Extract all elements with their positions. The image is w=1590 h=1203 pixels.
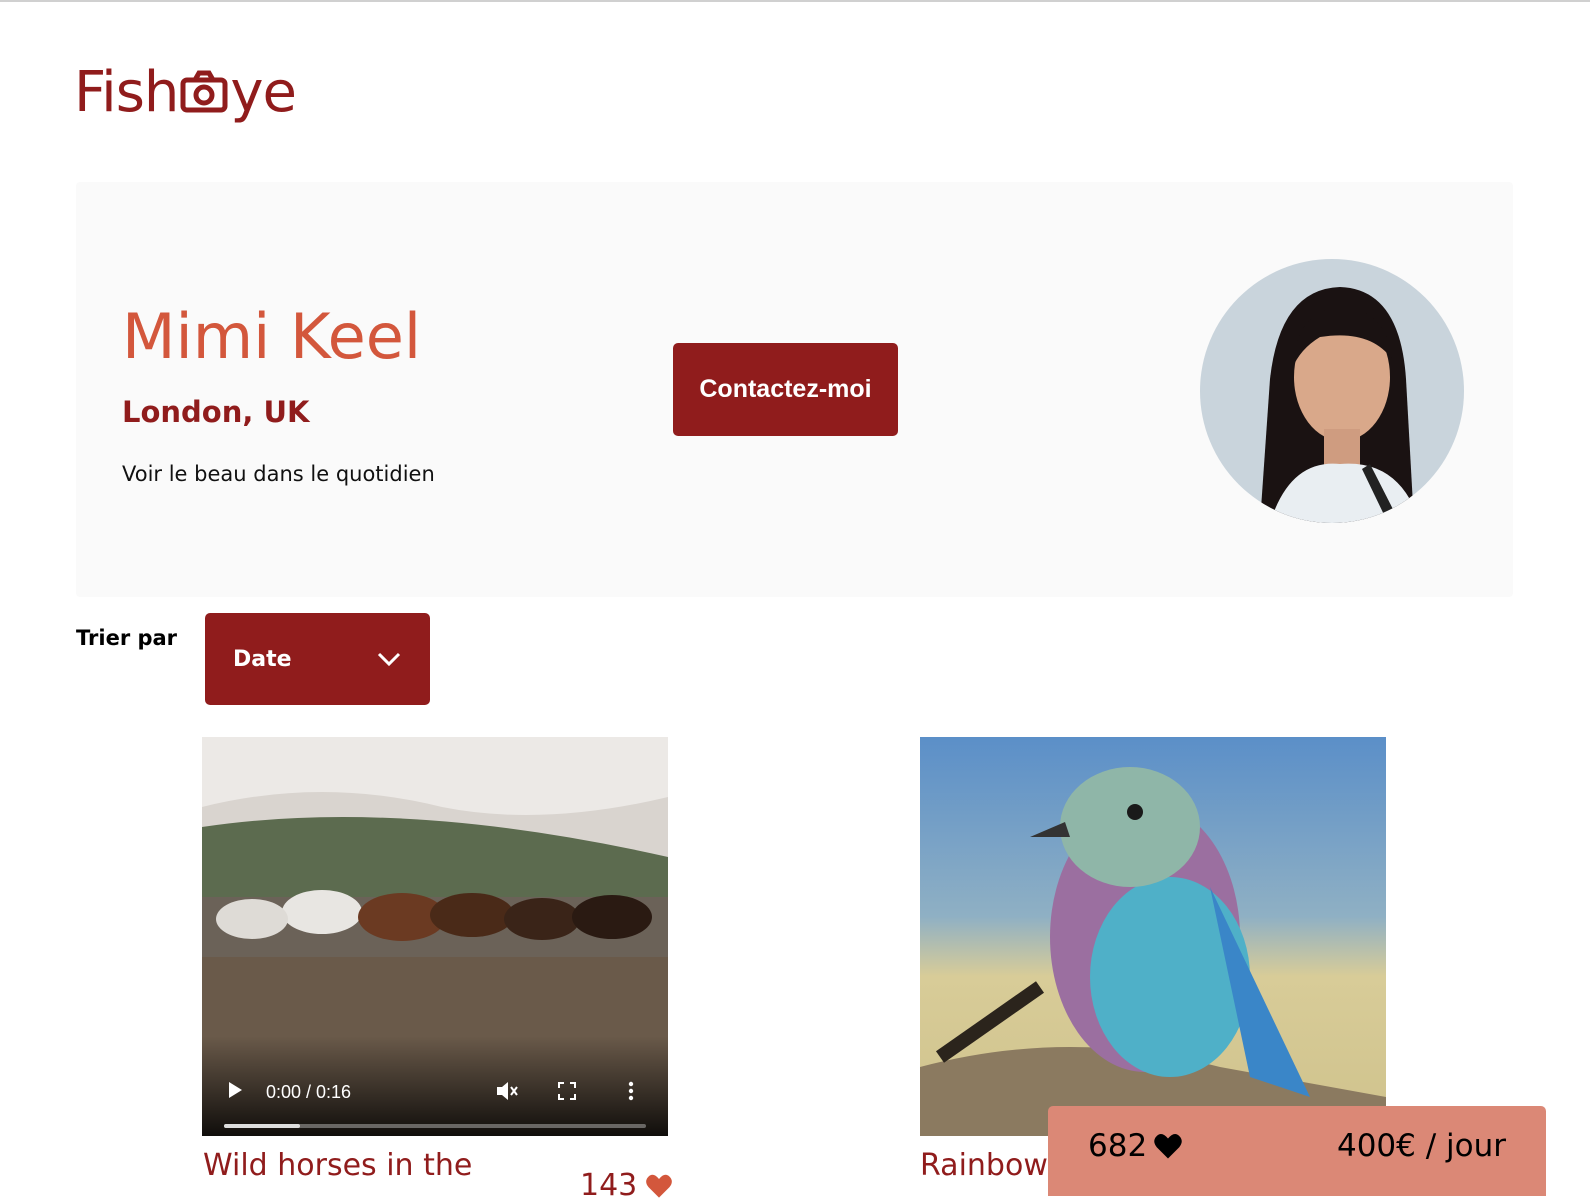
media-likes: 143 — [580, 1168, 673, 1203]
fisheye-logo[interactable]: Fish ye — [74, 52, 297, 132]
video-progress-fill — [224, 1124, 300, 1128]
daily-price: 400€ / jour — [1336, 1128, 1506, 1164]
fullscreen-icon[interactable] — [558, 1082, 576, 1100]
contact-button[interactable]: Contactez-moi — [673, 343, 898, 436]
media-card-video[interactable]: 0:00 / 0:16 — [202, 737, 668, 1136]
photographer-avatar — [1200, 259, 1464, 523]
mute-icon[interactable] — [495, 1080, 519, 1102]
likes-price-summary: 682 400€ / jour — [1048, 1106, 1546, 1196]
sort-selected-value: Date — [233, 646, 292, 672]
bird-photo — [920, 737, 1386, 1136]
media-title: Wild horses in the — [203, 1148, 473, 1183]
chevron-down-icon — [377, 652, 401, 667]
total-likes-count: 682 — [1088, 1128, 1148, 1164]
logo-text-suffix: ye — [230, 59, 297, 125]
photographer-tagline: Voir le beau dans le quotidien — [122, 462, 435, 486]
media-card-image[interactable] — [920, 737, 1386, 1136]
top-border — [0, 0, 1590, 2]
heart-icon — [1154, 1134, 1182, 1159]
video-time: 0:00 / 0:16 — [266, 1082, 352, 1102]
heart-icon[interactable] — [645, 1173, 673, 1199]
photographer-name: Mimi Keel — [122, 300, 422, 373]
camera-icon — [180, 70, 228, 113]
more-options-icon[interactable] — [628, 1080, 634, 1102]
play-icon[interactable] — [226, 1080, 244, 1100]
total-likes: 682 — [1088, 1128, 1183, 1164]
logo-text-prefix: Fish — [74, 59, 179, 125]
media-likes-count: 143 — [580, 1168, 638, 1203]
photographer-header: Mimi Keel London, UK Voir le beau dans l… — [76, 182, 1513, 597]
media-title: Rainbow — [920, 1148, 1048, 1183]
sort-dropdown[interactable]: Date — [205, 613, 430, 705]
video-controls: 0:00 / 0:16 — [202, 1036, 668, 1136]
photographer-location: London, UK — [122, 395, 310, 429]
sort-label: Trier par — [76, 626, 178, 650]
video-progress-bar[interactable] — [224, 1124, 646, 1128]
